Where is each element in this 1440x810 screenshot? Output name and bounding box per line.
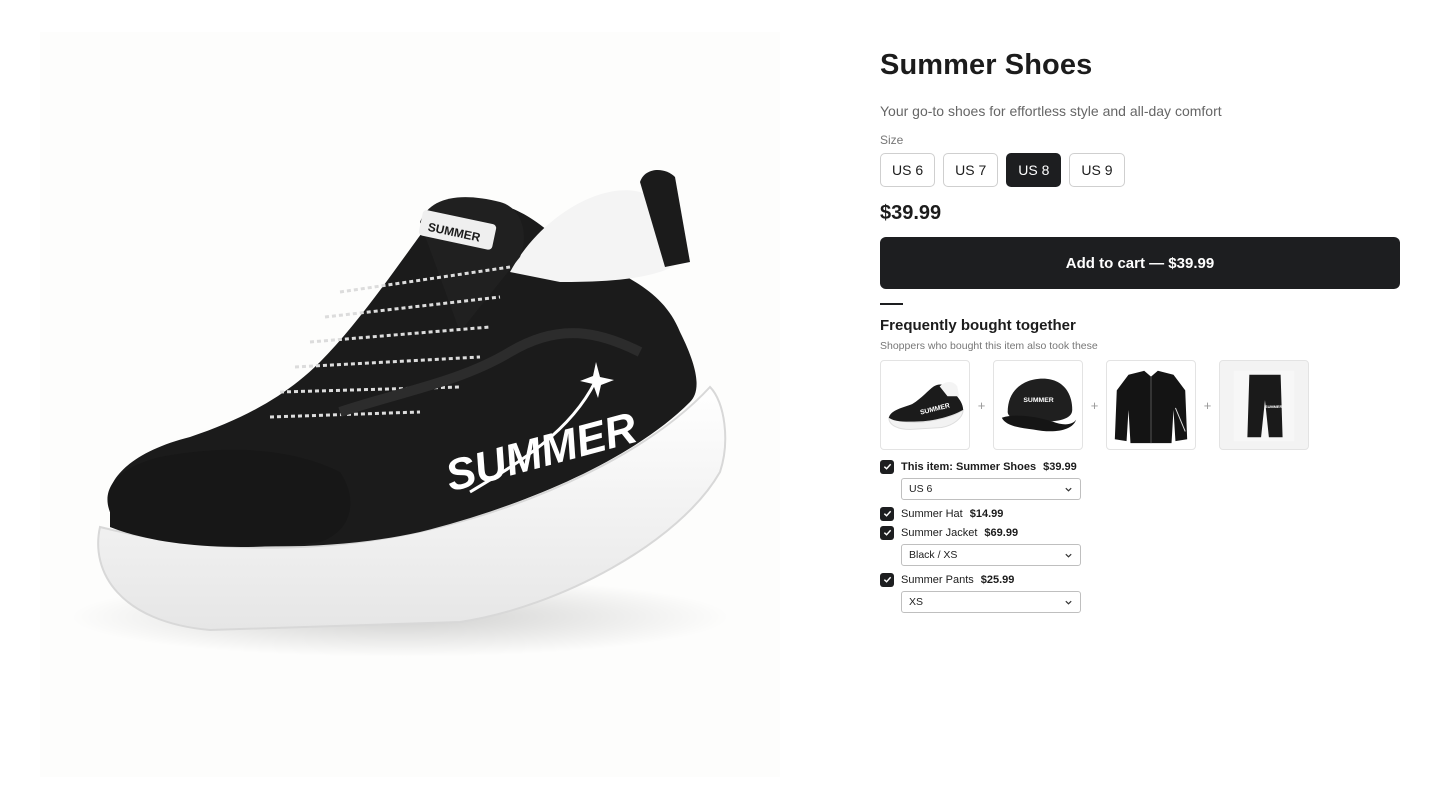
shoe-thumbnail[interactable]: SUMMER [880,360,970,450]
select-value: US 6 [909,483,933,495]
fbt-item-row: Summer Hat $14.99 [880,506,1400,521]
item-size-select[interactable]: XS [901,591,1081,613]
size-option-us8[interactable]: US 8 [1006,153,1062,187]
plus-icon: + [977,397,986,413]
item-name: Summer Jacket [901,526,978,539]
item-name: Summer Pants [901,573,974,586]
select-value: XS [909,596,924,608]
chevron-down-icon [1065,487,1072,492]
jacket-thumbnail[interactable] [1106,360,1196,450]
plus-icon: + [1203,397,1212,413]
select-value: Black / XS [909,549,958,561]
product-subtitle: Your go-to shoes for effortless style an… [880,103,1222,119]
svg-text:SUMMER: SUMMER [1023,397,1053,404]
section-divider [880,303,903,305]
item-size-select[interactable]: US 6 [901,478,1081,500]
pants-thumbnail[interactable]: SUMMER [1219,360,1309,450]
size-label: Size [880,133,904,147]
chevron-down-icon [1065,553,1072,558]
item-variant-select[interactable]: Black / XS [901,544,1081,566]
check-icon [883,576,891,583]
size-option-us9[interactable]: US 9 [1069,153,1125,187]
product-price: $39.99 [880,202,942,224]
item-price: $39.99 [1043,460,1077,473]
check-icon [883,463,891,470]
chevron-down-icon [1065,600,1072,605]
item-price: $14.99 [969,507,1004,520]
fbt-item-row: Summer Jacket $69.99 [880,525,1400,540]
item-checkbox[interactable] [880,525,894,540]
check-icon [883,529,891,536]
add-to-cart-button[interactable]: Add to cart — $39.99 [880,237,1400,289]
item-price: $69.99 [984,526,1019,539]
fbt-item-list: This item: Summer Shoes $39.99 US 6 Summ… [880,459,1400,613]
svg-text:SUMMER: SUMMER [1265,404,1283,409]
item-name: Summer Hat [901,507,963,520]
check-icon [883,510,891,517]
sneaker-image: SUMMER SUMMER [70,170,730,657]
size-option-us6[interactable]: US 6 [880,153,936,187]
item-price: $25.99 [980,573,1015,586]
fbt-item-row: This item: Summer Shoes $39.99 [880,459,1400,474]
item-checkbox[interactable] [880,572,894,587]
item-name: This item: Summer Shoes [901,460,1037,473]
product-title: Summer Shoes [880,49,1093,81]
fbt-item-row: Summer Pants $25.99 [880,572,1400,587]
fbt-thumbnails: SUMMER + SUMMER + + SUMMER [880,360,1400,450]
size-selector: US 6 US 7 US 8 US 9 [880,153,1400,187]
size-option-us7[interactable]: US 7 [943,153,999,187]
item-checkbox[interactable] [880,459,894,474]
hat-thumbnail[interactable]: SUMMER [993,360,1083,450]
item-checkbox[interactable] [880,506,894,521]
product-hero-image: SUMMER SUMMER [40,32,780,777]
plus-icon: + [1090,397,1099,413]
product-details-panel: Summer Shoes Your go-to shoes for effort… [880,48,1400,619]
fbt-title: Frequently bought together [880,317,1076,334]
fbt-subtitle: Shoppers who bought this item also took … [880,340,1098,352]
